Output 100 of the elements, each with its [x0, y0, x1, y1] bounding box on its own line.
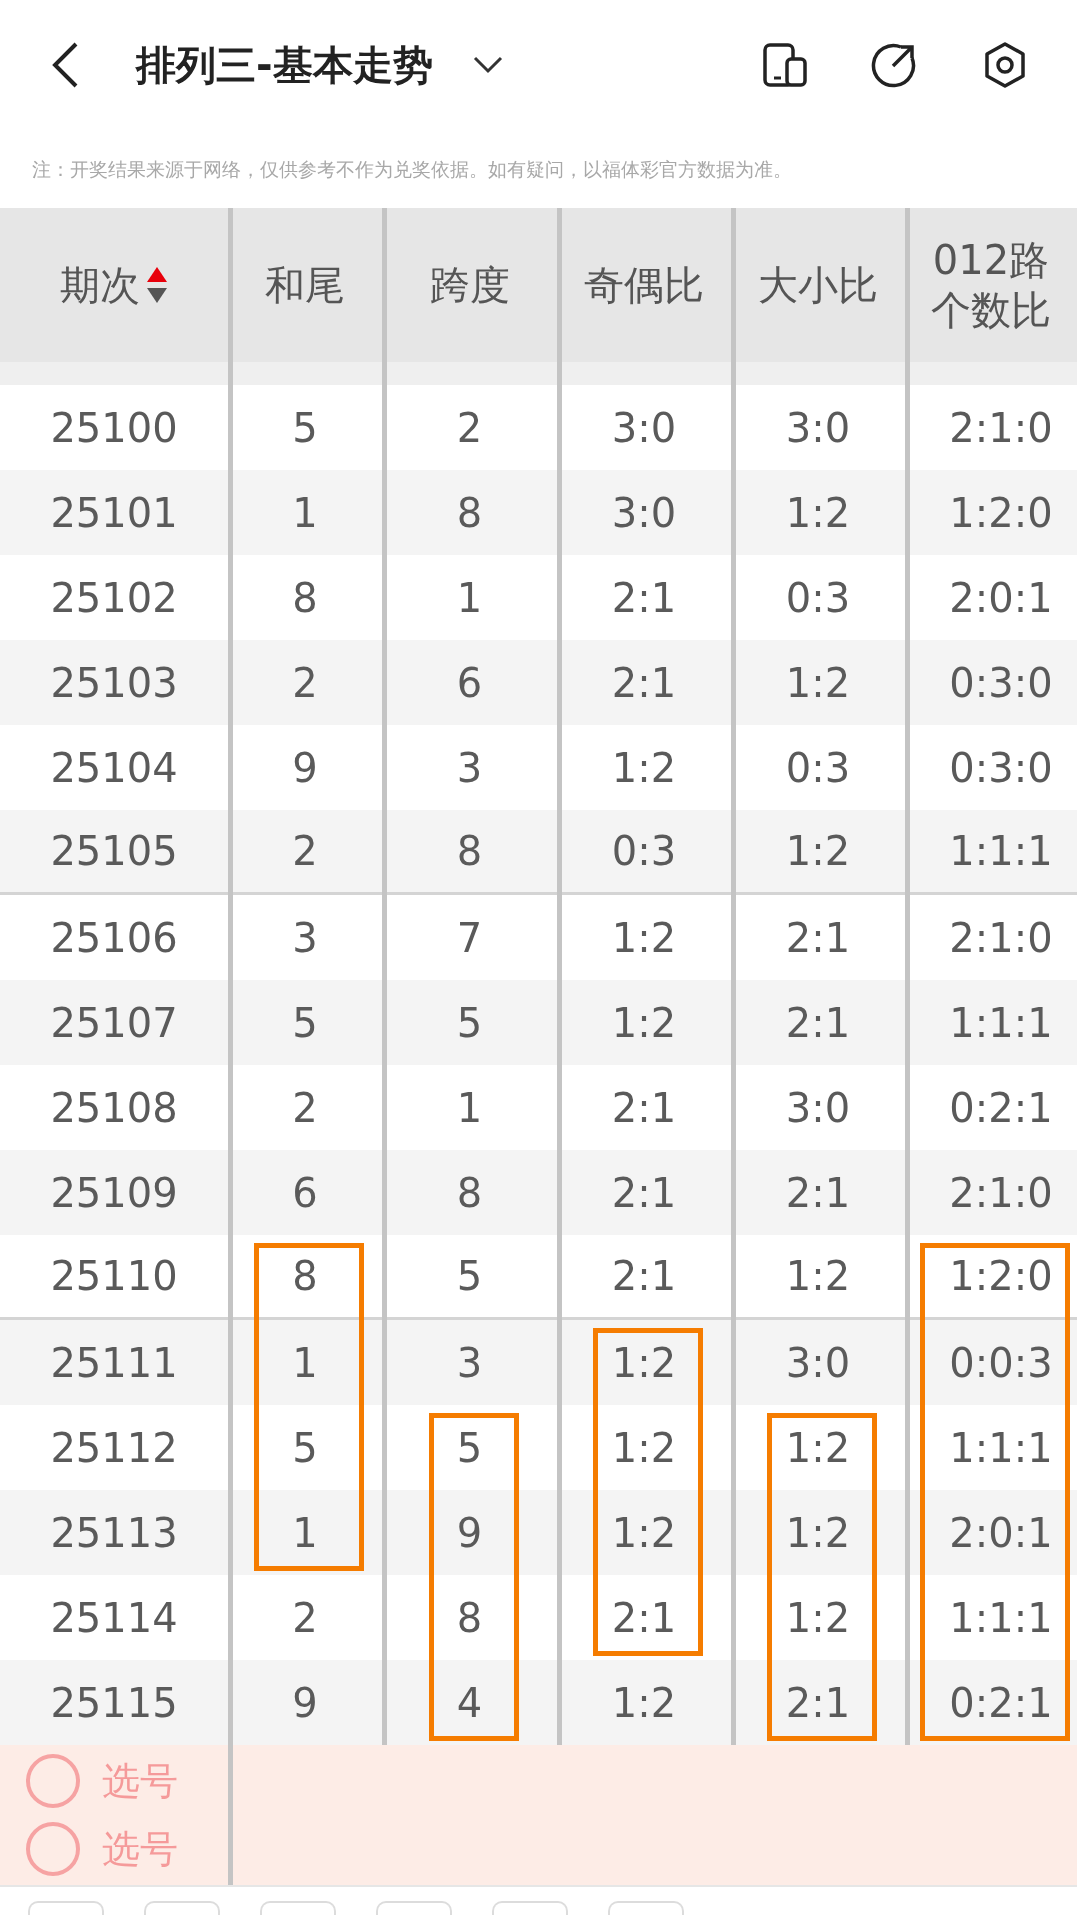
table-cell-text: 25103 [50, 658, 178, 708]
table-cell-text: 2:1 [785, 1168, 851, 1218]
pick-label: 选号 [102, 1762, 178, 1800]
table-cell-text: 25107 [50, 998, 178, 1048]
option-chip[interactable] [260, 1901, 336, 1915]
table-cell-text: 1:1:1 [948, 827, 1053, 876]
table-cell-text: 25115 [50, 1678, 178, 1728]
table-cell-text: 25100 [50, 403, 178, 453]
table-cell-text: 1:2 [785, 1593, 851, 1643]
table-cell-text: 5 [456, 1252, 483, 1301]
table-cell-text: 0:0:3 [948, 1338, 1053, 1388]
option-chip[interactable] [608, 1901, 684, 1915]
table-cell-text: 25108 [50, 1083, 178, 1133]
page-title: 排列三-基本走势 [136, 41, 433, 90]
table-cell-text: 8 [456, 1593, 483, 1643]
table-cell-text: 5 [456, 1423, 483, 1473]
column-header: 奇偶比 [584, 261, 704, 310]
table-cell-text: 25101 [50, 488, 178, 538]
table-cell-text: 25114 [50, 1593, 178, 1643]
table-cell-text: 1:2 [785, 1252, 851, 1301]
table-cell-text: 7 [456, 913, 483, 963]
table-cell-text: 1:2 [785, 1508, 851, 1558]
table-cell-text: 25113 [50, 1508, 178, 1558]
table-cell-text: 3 [456, 743, 483, 793]
table-cell-text: 2 [456, 403, 483, 453]
back-icon[interactable] [50, 41, 80, 89]
column-header: 大小比 [758, 261, 878, 310]
table-cell-text: 2:0:1 [948, 573, 1053, 623]
table-cell-text: 0:3 [785, 573, 851, 623]
table-cell-text: 1:2 [611, 913, 677, 963]
pick-label: 选号 [102, 1830, 178, 1868]
table-cell-text: 25111 [50, 1338, 178, 1388]
table-cell-text: 25106 [50, 913, 178, 963]
table-cell-text: 1:2 [611, 743, 677, 793]
table-cell-text: 6 [456, 658, 483, 708]
option-chip[interactable] [28, 1901, 104, 1915]
table-cell-text: 0:2:1 [948, 1083, 1053, 1133]
table-cell-text: 25112 [50, 1423, 178, 1473]
table-cell-text: 5 [292, 1423, 318, 1473]
table-cell-text: 9 [456, 1508, 483, 1558]
table-cell-text: 3:0 [785, 1083, 851, 1133]
settings-icon[interactable] [983, 41, 1027, 89]
table-cell-text: 2 [292, 1593, 318, 1643]
table-cell-text: 2:1:0 [948, 403, 1053, 453]
table-cell-text: 1:1:1 [948, 1423, 1053, 1473]
table-cell-text: 3:0 [785, 1338, 851, 1388]
disclaimer-note: 注：开奖结果来源于网络，仅供参考不作为兑奖依据。如有疑问，以福体彩官方数据为准。 [32, 156, 792, 182]
table-cell-text: 6 [292, 1168, 318, 1218]
table-cell-text: 2:1 [611, 1252, 677, 1301]
table-cell-text: 1:2 [611, 1508, 677, 1558]
table-cell-text: 8 [456, 1168, 483, 1218]
table-cell-text: 3:0 [611, 403, 677, 453]
dropdown-caret-icon[interactable] [472, 56, 503, 74]
table-cell-text: 1 [292, 488, 318, 538]
table-cell-text: 2:1 [611, 1168, 677, 1218]
table-cell-text: 25102 [50, 573, 178, 623]
option-chip[interactable] [144, 1901, 220, 1915]
column-header: 和尾 [265, 261, 345, 310]
table-cell-text: 2:1 [611, 573, 677, 623]
share-icon[interactable] [871, 42, 917, 88]
table-cell-text: 1:2 [611, 1678, 677, 1728]
table-cell-text: 2:1:0 [948, 1168, 1053, 1218]
table-cell-text: 2:1 [785, 913, 851, 963]
table-cell-text: 3 [292, 913, 318, 963]
device-icon[interactable] [761, 41, 809, 89]
option-chip[interactable] [492, 1901, 568, 1915]
column-header: 012路个数比 [930, 236, 1052, 335]
table-cell-text: 1:2 [785, 658, 851, 708]
table-cell-text: 25109 [50, 1168, 178, 1218]
table-cell-text: 1:2:0 [948, 488, 1053, 538]
sort-icon[interactable] [146, 265, 168, 305]
table-cell-text: 1:1:1 [948, 998, 1053, 1048]
table-cell-text: 4 [456, 1678, 483, 1728]
table-cell-text: 1:2 [611, 1423, 677, 1473]
table-cell-text: 0:3:0 [948, 658, 1053, 708]
table-cell-text: 8 [292, 1252, 318, 1301]
table-cell-text: 1 [292, 1338, 318, 1388]
table-cell-text: 9 [292, 1678, 318, 1728]
table-cell-text: 1 [292, 1508, 318, 1558]
table-cell-text: 3:0 [785, 403, 851, 453]
table-cell-text: 3 [456, 1338, 483, 1388]
column-header: 跨度 [429, 261, 510, 310]
column-header[interactable]: 期次 [60, 260, 140, 310]
table-cell-text: 2 [292, 658, 318, 708]
table-cell-text: 3:0 [611, 488, 677, 538]
table-cell-text: 1 [456, 1083, 483, 1133]
table-cell-text: 25104 [50, 743, 178, 793]
table-cell-text: 2:1 [785, 998, 851, 1048]
option-chip[interactable] [376, 1901, 452, 1915]
table-cell-text: 25105 [50, 827, 178, 876]
table-cell-text: 2 [292, 827, 318, 876]
table-cell-text: 9 [292, 743, 318, 793]
table-cell-text: 0:2:1 [948, 1678, 1053, 1728]
table-cell-text: 8 [292, 573, 318, 623]
table-cell-text: 2:1:0 [948, 913, 1053, 963]
table-cell-text: 2 [292, 1083, 318, 1133]
table-cell-text: 5 [292, 998, 318, 1048]
table-cell-text: 25110 [50, 1252, 178, 1301]
table-cell-text: 1 [456, 573, 483, 623]
table-cell-text: 2:1 [785, 1678, 851, 1728]
